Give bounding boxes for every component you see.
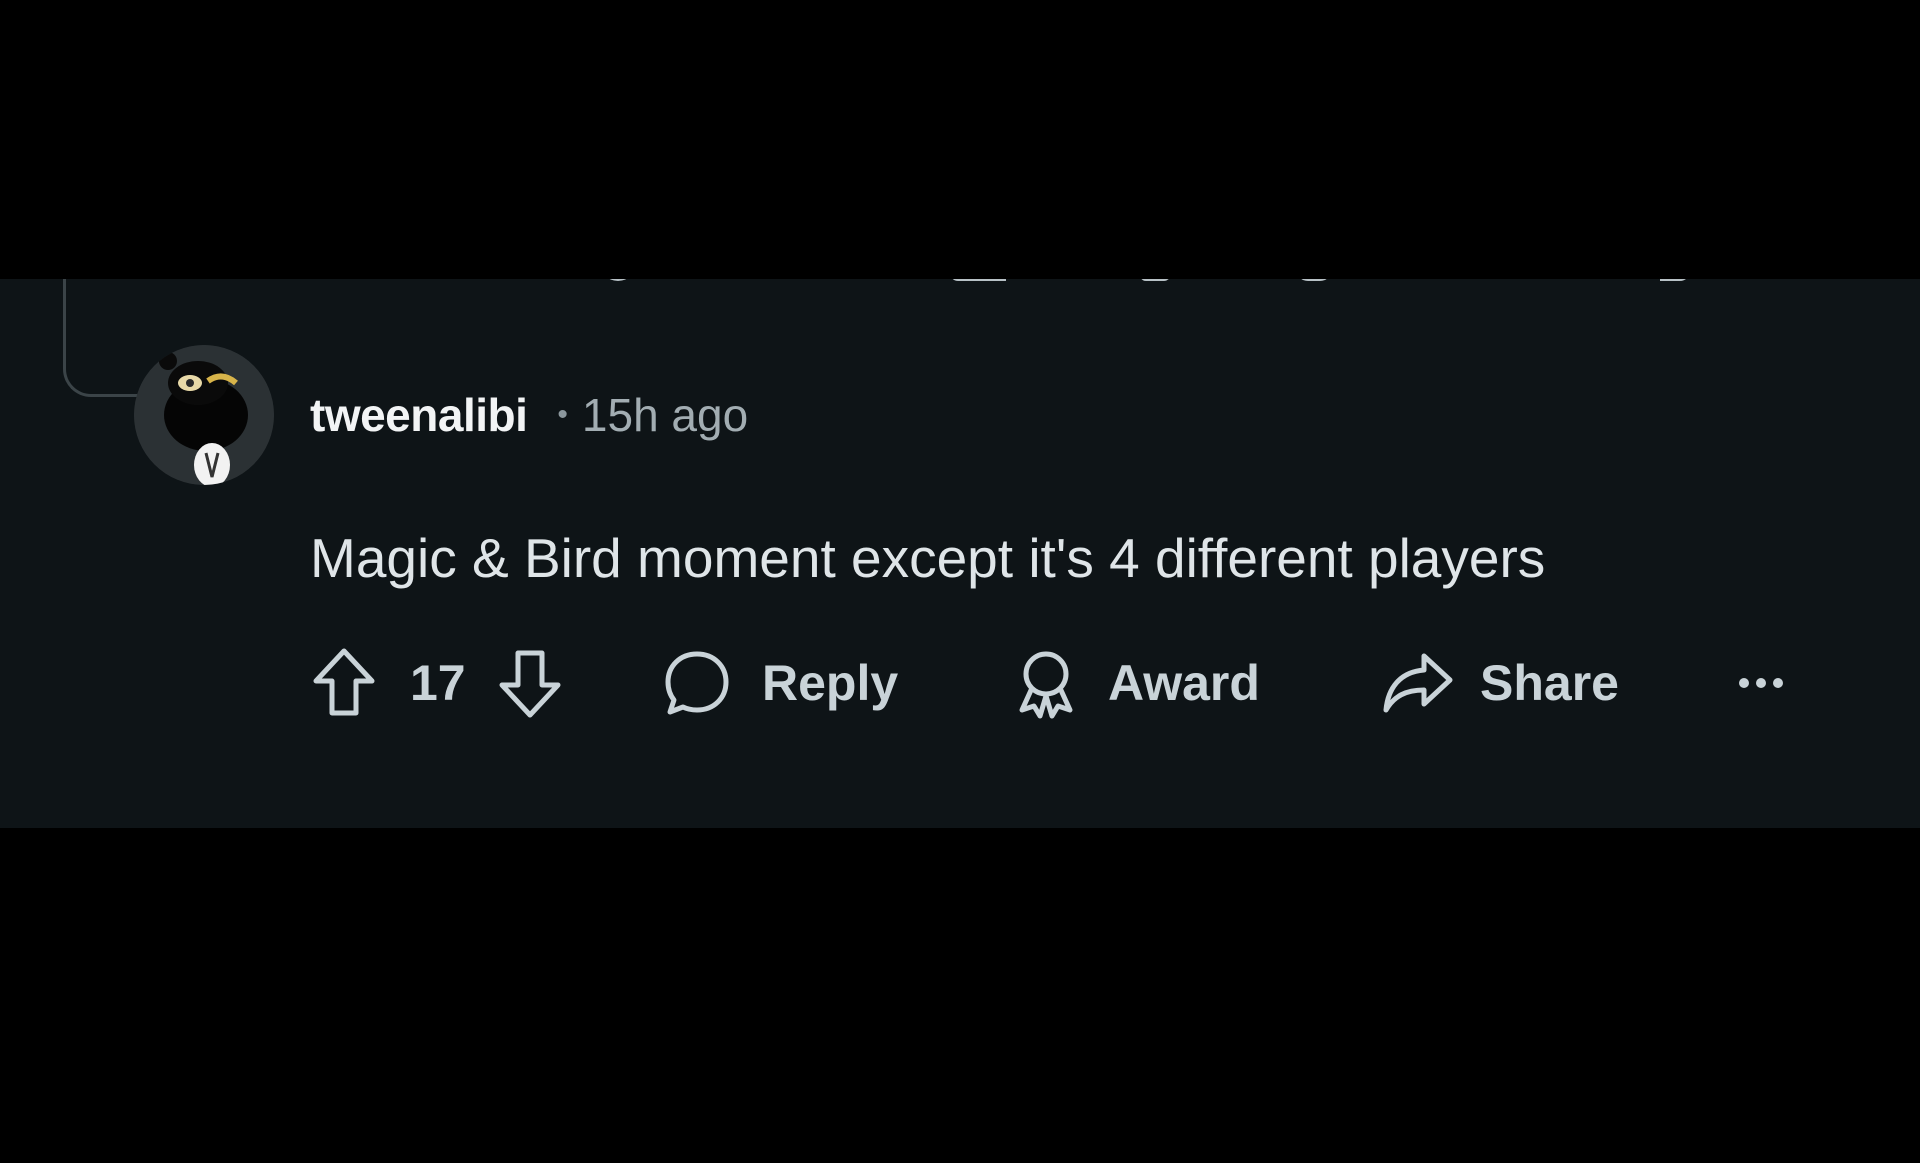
comment-body: Magic & Bird moment except it's 4 differ… xyxy=(310,527,1546,589)
meta-separator: • xyxy=(557,398,568,431)
previous-comment-actions-clipped xyxy=(0,279,1920,284)
more-options-button[interactable] xyxy=(1736,645,1786,721)
award-label: Award xyxy=(1108,655,1260,711)
vote-count: 17 xyxy=(410,655,466,711)
award-button[interactable]: Award xyxy=(1014,645,1260,721)
arrow-down-icon xyxy=(499,650,561,718)
reply-button[interactable]: Reply xyxy=(662,645,898,721)
reply-label: Reply xyxy=(762,655,899,711)
snoo-avatar-icon xyxy=(134,345,274,485)
share-button[interactable]: Share xyxy=(1382,645,1619,721)
comment-panel: tweenalibi • 15h ago Magic & Bird moment… xyxy=(0,279,1920,828)
arrow-up-icon xyxy=(313,648,375,716)
author-username[interactable]: tweenalibi xyxy=(310,388,528,442)
speech-bubble-icon xyxy=(665,651,729,715)
downvote-button[interactable] xyxy=(496,645,564,721)
screen: tweenalibi • 15h ago Magic & Bird moment… xyxy=(0,0,1920,1163)
ellipsis-icon xyxy=(1739,678,1783,688)
thread-connector-line xyxy=(63,279,143,397)
comment-timestamp[interactable]: 15h ago xyxy=(582,388,748,442)
comment-meta: tweenalibi • 15h ago xyxy=(310,387,748,443)
share-arrow-icon xyxy=(1383,653,1453,713)
share-label: Share xyxy=(1480,655,1619,711)
comment-action-bar: 17 Reply Award Share xyxy=(310,645,1810,721)
award-ribbon-icon xyxy=(1019,651,1073,719)
avatar[interactable] xyxy=(134,345,274,485)
upvote-button[interactable] xyxy=(310,645,378,721)
